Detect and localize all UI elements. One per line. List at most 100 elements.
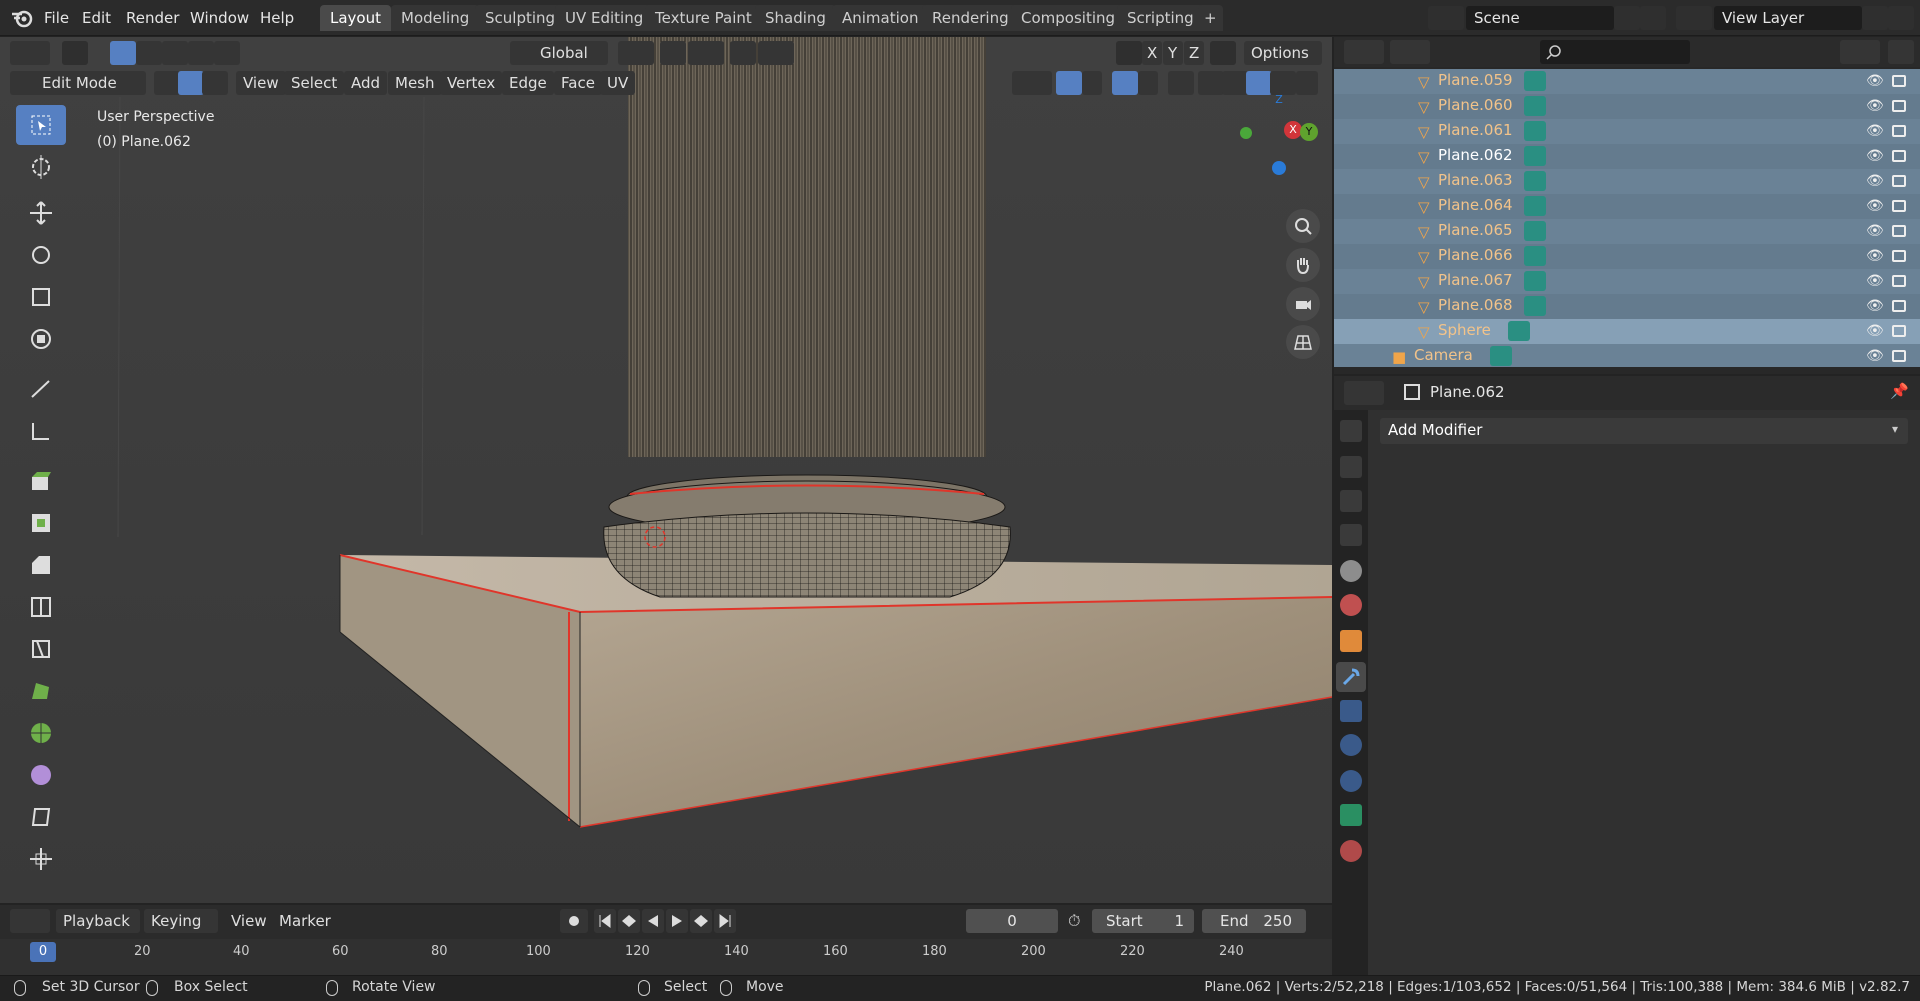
view-layer-selector-icon[interactable] (1676, 6, 1712, 30)
tab-scripting[interactable]: Scripting (1117, 5, 1204, 31)
transform-tool-icon[interactable] (16, 319, 66, 359)
menu-help[interactable]: Help (254, 6, 300, 30)
menu-file[interactable]: File (38, 6, 75, 30)
loop-cut-tool-icon[interactable] (16, 587, 66, 627)
timeline-ruler[interactable]: 0 20 40 60 80 100 120 140 160 180 200 22… (0, 939, 1332, 975)
gizmo-neg-y-icon[interactable] (1240, 127, 1252, 139)
visibility-icon[interactable] (1012, 71, 1052, 95)
menu-window[interactable]: Window (184, 6, 255, 30)
tool-tab-icon[interactable] (1340, 420, 1362, 442)
play-icon[interactable] (666, 909, 688, 933)
face-select-mode-icon[interactable] (202, 71, 228, 95)
timeline-view-menu[interactable]: View (224, 909, 274, 933)
menu-face[interactable]: Face (554, 71, 602, 95)
pivot-point-icon[interactable] (618, 41, 654, 65)
add-workspace-button[interactable]: + (1198, 5, 1223, 31)
shading-dropdown-icon[interactable] (1296, 71, 1318, 95)
menu-edit[interactable]: Edit (76, 6, 117, 30)
pan-hand-icon[interactable] (1286, 248, 1320, 282)
stopwatch-icon[interactable]: ⏱ (1068, 911, 1080, 931)
view-layer-field[interactable]: View Layer (1714, 6, 1862, 30)
move-tool-icon[interactable] (16, 193, 66, 233)
auto-merge-icon[interactable] (1210, 41, 1236, 65)
spin-tool-icon[interactable] (16, 713, 66, 753)
rip-region-tool-icon[interactable] (16, 839, 66, 879)
world-tab-icon[interactable] (1340, 594, 1362, 616)
new-collection-icon[interactable] (1888, 40, 1914, 64)
gizmo-neg-z-icon[interactable] (1272, 161, 1286, 175)
object-tab-icon[interactable] (1340, 630, 1362, 652)
solid-shading-icon[interactable] (1222, 71, 1248, 95)
zoom-icon[interactable] (1286, 209, 1320, 243)
select-box-new-icon[interactable] (110, 41, 136, 65)
start-frame-field[interactable]: Start 1 (1092, 909, 1194, 933)
prev-keyframe-icon[interactable] (618, 909, 640, 933)
proportional-edit-icon[interactable] (730, 41, 756, 65)
next-keyframe-icon[interactable] (690, 909, 712, 933)
material-shading-icon[interactable] (1246, 71, 1272, 95)
outliner-search-input[interactable] (1540, 40, 1690, 64)
poly-build-tool-icon[interactable] (16, 671, 66, 711)
tab-rendering[interactable]: Rendering (922, 5, 1019, 31)
menu-render[interactable]: Render (120, 6, 185, 30)
menu-edge[interactable]: Edge (502, 71, 554, 95)
data-tab-icon[interactable] (1340, 804, 1362, 826)
rotate-tool-icon[interactable] (16, 235, 66, 275)
scene-tab-icon[interactable] (1340, 560, 1362, 582)
properties-editor-type-icon[interactable] (1344, 381, 1384, 405)
select-subtract-icon[interactable] (162, 41, 188, 65)
new-view-layer-icon[interactable] (1862, 6, 1888, 30)
bevel-tool-icon[interactable] (16, 545, 66, 585)
overlay-dropdown-icon[interactable] (1138, 71, 1158, 95)
delete-view-layer-icon[interactable] (1888, 6, 1914, 30)
menu-select[interactable]: Select (284, 71, 345, 95)
select-box-tool-icon[interactable] (16, 105, 66, 145)
view-layer-tab-icon[interactable] (1340, 524, 1362, 546)
tab-layout[interactable]: Layout (320, 5, 391, 31)
blender-logo-icon[interactable] (10, 7, 34, 29)
annotate-tool-icon[interactable] (16, 369, 66, 409)
jump-end-icon[interactable] (714, 909, 736, 933)
timeline-editor-type-icon[interactable] (10, 909, 50, 933)
scene-selector-icon[interactable] (1428, 6, 1464, 30)
playback-dropdown[interactable]: Playback (56, 909, 140, 933)
extrude-tool-icon[interactable] (16, 461, 66, 501)
select-invert-icon[interactable] (188, 41, 214, 65)
transform-orientation-dropdown[interactable]: Global (510, 41, 608, 65)
gizmo-dropdown-icon[interactable] (1082, 71, 1102, 95)
gizmo-z-axis[interactable]: Z (1270, 91, 1288, 109)
measure-tool-icon[interactable] (16, 411, 66, 451)
menu-view[interactable]: View (236, 71, 286, 95)
smooth-tool-icon[interactable] (16, 755, 66, 795)
menu-mesh[interactable]: Mesh (388, 71, 442, 95)
scale-tool-icon[interactable] (16, 277, 66, 317)
select-intersect-icon[interactable] (214, 41, 240, 65)
tab-shading[interactable]: Shading (755, 5, 836, 31)
overlay-toggle-icon[interactable] (1112, 71, 1138, 95)
menu-add[interactable]: Add (344, 71, 388, 95)
edge-select-mode-icon[interactable] (178, 71, 204, 95)
add-modifier-dropdown[interactable]: Add Modifier (1380, 418, 1908, 444)
mode-dropdown[interactable]: Edit Mode (10, 71, 146, 95)
knife-tool-icon[interactable] (16, 629, 66, 669)
tab-sculpting[interactable]: Sculpting (475, 5, 566, 31)
snap-toggle-icon[interactable] (660, 41, 686, 65)
jump-start-icon[interactable] (594, 909, 616, 933)
cursor-tool-icon[interactable] (16, 147, 66, 187)
gizmo-toggle-icon[interactable] (1056, 71, 1082, 95)
tab-animation[interactable]: Animation (832, 5, 929, 31)
display-mode-icon[interactable] (1390, 40, 1430, 64)
tab-modeling[interactable]: Modeling (391, 5, 480, 31)
new-scene-icon[interactable] (1614, 6, 1640, 30)
mirror-icon[interactable] (1116, 41, 1142, 65)
camera-view-icon[interactable] (1286, 287, 1320, 321)
particles-tab-icon[interactable] (1340, 700, 1362, 722)
inset-tool-icon[interactable] (16, 503, 66, 543)
keying-dropdown[interactable]: Keying (144, 909, 218, 933)
select-cursor-icon[interactable] (62, 41, 88, 65)
pin-icon[interactable]: 📌 (1890, 382, 1909, 400)
tab-compositing[interactable]: Compositing (1011, 5, 1126, 31)
axis-z-button[interactable]: Z (1184, 41, 1204, 65)
output-tab-icon[interactable] (1340, 490, 1362, 512)
shear-tool-icon[interactable] (16, 797, 66, 837)
